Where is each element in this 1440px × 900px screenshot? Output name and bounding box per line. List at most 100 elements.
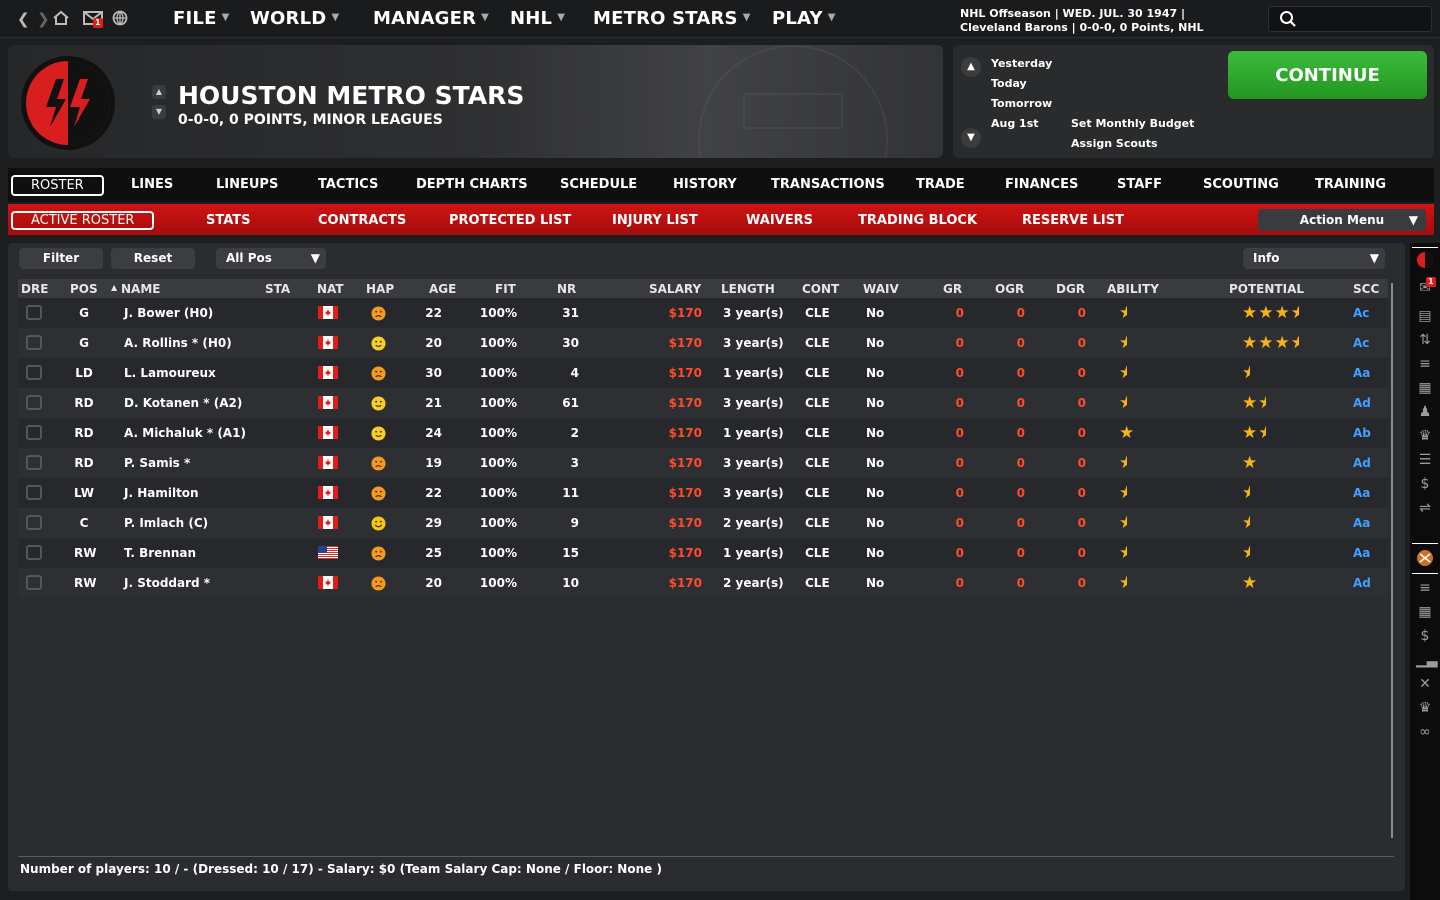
- dress-checkbox[interactable]: [26, 305, 42, 320]
- home-icon[interactable]: [52, 10, 70, 30]
- league-finances-icon[interactable]: $: [1416, 627, 1434, 645]
- tab-transactions[interactable]: TRANSACTIONS: [771, 177, 885, 192]
- col-fit[interactable]: FIT: [495, 282, 516, 296]
- menu-world[interactable]: WORLD ▼: [250, 8, 339, 29]
- table-row[interactable]: RW T. Brennan 25 100% 15 $170 1 year(s) CLE No 0 0…: [18, 538, 1388, 568]
- col-dgr[interactable]: DGR: [1056, 282, 1085, 296]
- tab-active-roster[interactable]: ACTIVE ROSTER: [11, 211, 155, 230]
- filter-button[interactable]: Filter: [19, 248, 103, 269]
- league-tactics-icon[interactable]: ▦: [1416, 603, 1434, 621]
- dress-checkbox[interactable]: [26, 365, 42, 380]
- standings-icon[interactable]: ≡: [1416, 579, 1434, 597]
- cell-name[interactable]: A. Michaluk * (A1): [124, 426, 246, 440]
- position-select[interactable]: All Pos ▼: [216, 248, 326, 269]
- roster-icon[interactable]: ▤: [1416, 307, 1434, 325]
- action-menu-dropdown[interactable]: Action Menu ▼: [1258, 209, 1426, 231]
- tab-waivers[interactable]: WAIVERS: [746, 213, 813, 228]
- tactics-icon[interactable]: ▦: [1416, 379, 1434, 397]
- cell-name[interactable]: J. Hamilton: [124, 486, 199, 500]
- col-name[interactable]: NAME: [121, 282, 160, 296]
- dress-checkbox[interactable]: [26, 515, 42, 530]
- col-gr[interactable]: GR: [943, 282, 962, 296]
- tab-staff[interactable]: STAFF: [1117, 177, 1162, 192]
- cell-name[interactable]: L. Lamoureux: [124, 366, 216, 380]
- dress-checkbox[interactable]: [26, 455, 42, 470]
- crossed-sticks-icon[interactable]: ✕: [1416, 675, 1434, 693]
- rink-icon[interactable]: ∞: [1416, 723, 1434, 741]
- col-cont[interactable]: CONT: [802, 282, 839, 296]
- col-potential[interactable]: POTENTIAL: [1229, 282, 1304, 296]
- col-hap[interactable]: HAP: [366, 282, 394, 296]
- cell-name[interactable]: J. Stoddard *: [124, 576, 210, 590]
- tab-contracts[interactable]: CONTRACTS: [318, 213, 406, 228]
- tab-trade[interactable]: TRADE: [916, 177, 965, 192]
- menu-manager[interactable]: MANAGER ▼: [373, 8, 489, 29]
- tab-protected-list[interactable]: PROTECTED LIST: [449, 213, 571, 228]
- list-icon[interactable]: ≡: [1416, 355, 1434, 373]
- table-row[interactable]: G A. Rollins * (H0) 20 100% 30 $170 3 year(s) C…: [18, 328, 1388, 358]
- league-logo-icon[interactable]: [1416, 549, 1434, 567]
- col-age[interactable]: AGE: [429, 282, 456, 296]
- info-select[interactable]: Info ▼: [1243, 248, 1385, 269]
- cell-name[interactable]: T. Brennan: [124, 546, 196, 560]
- trophy-icon[interactable]: ♛: [1416, 427, 1434, 445]
- menu-play[interactable]: PLAY ▼: [772, 8, 836, 29]
- menu-file[interactable]: FILE ▼: [173, 8, 229, 29]
- col-salary[interactable]: SALARY: [649, 282, 701, 296]
- tab-stats[interactable]: STATS: [206, 213, 251, 228]
- tab-scouting[interactable]: SCOUTING: [1203, 177, 1279, 192]
- cell-name[interactable]: J. Bower (H0): [124, 306, 213, 320]
- globe-icon[interactable]: [112, 10, 128, 30]
- table-row[interactable]: RD D. Kotanen * (A2) 21 100% 61 $170 3 year(s)…: [18, 388, 1388, 418]
- tab-depth-charts[interactable]: DEPTH CHARTS: [416, 177, 528, 192]
- col-nat[interactable]: NAT: [317, 282, 344, 296]
- cell-name[interactable]: P. Imlach (C): [124, 516, 208, 530]
- cell-name[interactable]: A. Rollins * (H0): [124, 336, 232, 350]
- task-set-monthly-budget[interactable]: Set Monthly Budget: [1071, 117, 1194, 130]
- reset-button[interactable]: Reset: [111, 248, 195, 269]
- table-row[interactable]: LD L. Lamoureux 30 100% 4 $170 1 year(s) CLE No 0…: [18, 358, 1388, 388]
- dress-checkbox[interactable]: [26, 485, 42, 500]
- prev-team-button[interactable]: ▲: [152, 85, 166, 99]
- col-nr[interactable]: NR: [557, 282, 576, 296]
- table-row[interactable]: RD A. Michaluk * (A1) 24 100% 2 $170 1 year(s)…: [18, 418, 1388, 448]
- tab-lines[interactable]: LINES: [131, 177, 173, 192]
- tab-finances[interactable]: FINANCES: [1005, 177, 1078, 192]
- tab-training[interactable]: TRAINING: [1315, 177, 1386, 192]
- next-team-button[interactable]: ▼: [152, 105, 166, 119]
- schedule-up-button[interactable]: ▲: [961, 57, 981, 77]
- finances-icon[interactable]: $: [1416, 475, 1434, 493]
- schedule-icon[interactable]: ☰: [1416, 451, 1434, 469]
- table-row[interactable]: C P. Imlach (C) 29 100% 9 $170 2 year(s) CLE No 0…: [18, 508, 1388, 538]
- tab-roster[interactable]: ROSTER: [11, 175, 104, 196]
- cell-name[interactable]: P. Samis *: [124, 456, 190, 470]
- col-dre[interactable]: DRE: [21, 282, 48, 296]
- menu-nhl[interactable]: NHL ▼: [510, 8, 565, 29]
- schedule-tomorrow[interactable]: Tomorrow: [991, 97, 1052, 110]
- tab-lineups[interactable]: LINEUPS: [216, 177, 278, 192]
- table-row[interactable]: LW J. Hamilton 22 100% 11 $170 3 year(s) CLE No 0…: [18, 478, 1388, 508]
- search-input[interactable]: [1268, 6, 1432, 32]
- continue-button[interactable]: CONTINUE: [1228, 51, 1427, 99]
- tab-schedule[interactable]: SCHEDULE: [560, 177, 637, 192]
- tab-trading-block[interactable]: TRADING BLOCK: [858, 213, 977, 228]
- cell-name[interactable]: D. Kotanen * (A2): [124, 396, 242, 410]
- table-row[interactable]: RD P. Samis * 19 100% 3 $170 3 year(s) CLE No 0 0 0…: [18, 448, 1388, 478]
- col-waiv[interactable]: WAIV: [863, 282, 899, 296]
- dress-checkbox[interactable]: [26, 545, 42, 560]
- dress-checkbox[interactable]: [26, 335, 42, 350]
- col-ogr[interactable]: OGR: [995, 282, 1024, 296]
- col-scc[interactable]: SCC: [1353, 282, 1379, 296]
- menu-metro-stars[interactable]: METRO STARS ▼: [593, 8, 751, 29]
- table-scrollbar[interactable]: [1391, 283, 1393, 838]
- forward-arrow-icon[interactable]: ❯: [37, 10, 50, 28]
- table-row[interactable]: G J. Bower (H0) 22 100% 31 $170 3 year(s) CLE No…: [18, 298, 1388, 328]
- col-ability[interactable]: ABILITY: [1107, 282, 1159, 296]
- tab-reserve-list[interactable]: RESERVE LIST: [1022, 213, 1124, 228]
- tab-tactics[interactable]: TACTICS: [318, 177, 378, 192]
- dress-checkbox[interactable]: [26, 575, 42, 590]
- col-pos[interactable]: POS: [70, 282, 98, 296]
- dress-checkbox[interactable]: [26, 395, 42, 410]
- schedule-down-button[interactable]: ▼: [961, 128, 981, 148]
- bar-chart-icon[interactable]: ▁▃: [1416, 651, 1438, 669]
